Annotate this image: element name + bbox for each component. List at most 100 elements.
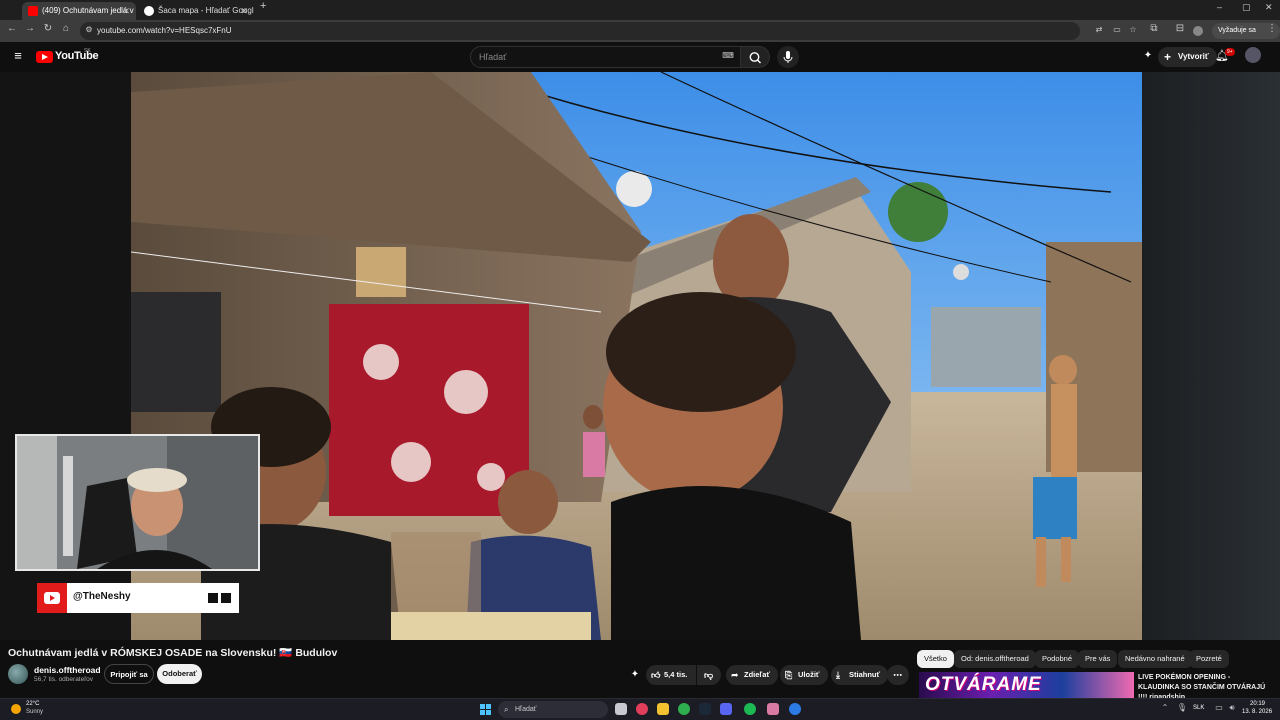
plus-icon: + bbox=[1164, 50, 1172, 64]
account-avatar[interactable] bbox=[1245, 47, 1261, 63]
close-tab-icon[interactable]: ✕ bbox=[122, 2, 130, 20]
streamer-handle: @TheNeshy bbox=[73, 591, 131, 602]
cast-icon[interactable]: ▭ bbox=[1110, 25, 1124, 34]
save-button[interactable]: ⎘ Uložiť bbox=[780, 665, 828, 685]
home-icon[interactable]: ⌂ bbox=[59, 23, 73, 34]
join-button[interactable]: Pripojiť sa bbox=[104, 664, 154, 684]
recommended-video-thumbnail[interactable]: OTVÁRAME bbox=[919, 672, 1134, 700]
pixel-block-icon bbox=[221, 593, 231, 603]
chip-similar[interactable]: Podobné bbox=[1035, 650, 1080, 668]
dislike-button[interactable]: 👎︎ bbox=[697, 665, 721, 685]
close-window-icon[interactable]: ✕ bbox=[1265, 2, 1273, 13]
forward-icon[interactable]: → bbox=[23, 23, 37, 34]
app-icon[interactable] bbox=[789, 703, 801, 715]
chrome-icon[interactable] bbox=[678, 703, 690, 715]
tab-search-icon[interactable]: ⊟ bbox=[1173, 23, 1187, 34]
url-text: youtube.com/watch?v=HESqsc7xFnU bbox=[97, 26, 232, 35]
back-icon[interactable]: ← bbox=[5, 23, 19, 34]
tray-chevron-up-icon[interactable]: ⌃ bbox=[1158, 703, 1172, 712]
share-button[interactable]: ➦ Zdieľať bbox=[726, 665, 779, 685]
clock-date[interactable]: 13. 8. 2026 bbox=[1242, 709, 1272, 715]
minimize-icon[interactable]: – bbox=[1217, 2, 1222, 12]
channel-avatar[interactable] bbox=[8, 664, 28, 684]
download-icon: ⤓ bbox=[836, 670, 840, 680]
windows-start-icon[interactable] bbox=[480, 704, 492, 716]
youtube-wordmark[interactable]: YouTube bbox=[55, 50, 99, 62]
windows-taskbar: 22°C Sunny ⌕ Hľadať ⌃ 🎙︎ SLK ▭ 🔊︎ 20:19 … bbox=[0, 698, 1280, 720]
spotify-icon[interactable] bbox=[744, 703, 756, 715]
search-button[interactable] bbox=[740, 46, 770, 68]
youtube-masthead: ≡ YouTube SK ⌨ ✦ + Vytvoriť 🔔︎ 9+ bbox=[0, 42, 1280, 72]
create-label: Vytvoriť bbox=[1178, 52, 1209, 61]
download-button[interactable]: ⤓ Stiahnuť bbox=[831, 665, 889, 685]
network-icon[interactable]: ▭ bbox=[1212, 703, 1226, 712]
chip-all[interactable]: Všetko bbox=[917, 650, 954, 668]
chip-for-you[interactable]: Pre vás bbox=[1078, 650, 1118, 668]
browser-menu-icon[interactable]: ⋮ bbox=[1265, 23, 1279, 34]
discord-icon[interactable] bbox=[720, 703, 732, 715]
chip-watched[interactable]: Pozreté bbox=[1189, 650, 1229, 668]
thumbs-up-icon: 👍︎ bbox=[651, 670, 661, 680]
bookmark-star-icon[interactable]: ☆ bbox=[1126, 25, 1140, 34]
google-favicon-icon bbox=[144, 6, 154, 16]
translate-icon[interactable]: ⇄ bbox=[1092, 25, 1106, 34]
youtube-logo-icon bbox=[37, 583, 67, 613]
voice-search-button[interactable] bbox=[777, 46, 799, 68]
app-icon[interactable] bbox=[636, 703, 648, 715]
weather-description[interactable]: Sunny bbox=[26, 709, 43, 715]
save-label: Uložiť bbox=[798, 670, 820, 679]
tab-google-search[interactable]: Šaca mapa - Hľadať Googlom ✕ bbox=[138, 2, 254, 20]
keyboard-icon[interactable]: ⌨ bbox=[721, 51, 735, 60]
chip-from-channel[interactable]: Od: denis.offtheroad bbox=[954, 650, 1036, 668]
player-right-background bbox=[1142, 72, 1280, 640]
sparkle-icon[interactable]: ✦ bbox=[1141, 50, 1155, 61]
more-actions-button[interactable]: ⋯ bbox=[887, 665, 909, 685]
like-button[interactable]: 👍︎ 5,4 tis. bbox=[646, 665, 696, 685]
video-frame bbox=[131, 72, 1142, 640]
close-tab-icon[interactable]: ✕ bbox=[240, 2, 248, 20]
hamburger-menu-icon[interactable]: ≡ bbox=[11, 48, 25, 63]
clock-time[interactable]: 20:19 bbox=[1250, 701, 1265, 707]
reload-icon[interactable]: ↻ bbox=[41, 23, 55, 34]
download-label: Stiahnuť bbox=[849, 670, 881, 679]
video-player[interactable] bbox=[131, 72, 1142, 640]
weather-sun-icon[interactable] bbox=[11, 704, 21, 714]
maximize-icon[interactable]: ▢ bbox=[1242, 2, 1251, 13]
search-input[interactable] bbox=[479, 47, 719, 67]
share-label: Zdieľať bbox=[744, 670, 771, 679]
profile-avatar[interactable] bbox=[1193, 26, 1203, 36]
thumbs-down-icon: 👎︎ bbox=[704, 670, 714, 680]
app-icon[interactable] bbox=[767, 703, 779, 715]
search-icon: ⌕ bbox=[504, 705, 509, 714]
chip-recently-uploaded[interactable]: Nedávno nahrané bbox=[1118, 650, 1192, 668]
microphone-icon[interactable]: 🎙︎ bbox=[1175, 703, 1189, 712]
streamer-webcam-overlay bbox=[15, 434, 260, 571]
task-view-icon[interactable] bbox=[615, 703, 627, 715]
subscriber-count: 56,7 tis. odberateľov bbox=[34, 676, 93, 683]
share-icon: ➦ bbox=[731, 670, 739, 680]
site-info-icon[interactable]: ⚙ bbox=[82, 25, 96, 34]
create-button[interactable]: + Vytvoriť bbox=[1158, 47, 1217, 67]
file-explorer-icon[interactable] bbox=[657, 703, 669, 715]
search-box[interactable]: ⌨ bbox=[470, 46, 742, 68]
channel-name[interactable]: denis.offtheroad bbox=[34, 665, 101, 675]
pixel-block-icon bbox=[208, 593, 218, 603]
more-horizontal-icon: ⋯ bbox=[893, 670, 902, 680]
sparkle-icon[interactable]: ✦ bbox=[628, 669, 642, 680]
tab-youtube-video[interactable]: (409) Ochutnávam jedlá v RÓMSKEJ OSADE n… bbox=[22, 2, 136, 20]
keyboard-language[interactable]: SLK bbox=[1193, 705, 1204, 711]
subscribe-button[interactable]: Odoberať bbox=[157, 664, 202, 684]
search-icon bbox=[749, 52, 761, 64]
browser-toolbar: ← → ↻ ⌂ ⚙ youtube.com/watch?v=HESqsc7xFn… bbox=[0, 20, 1280, 50]
youtube-favicon-icon bbox=[28, 6, 38, 16]
volume-icon[interactable]: 🔊︎ bbox=[1225, 703, 1239, 713]
weather-temperature[interactable]: 22°C bbox=[26, 701, 39, 707]
browser-tab-strip: (409) Ochutnávam jedlá v RÓMSKEJ OSADE n… bbox=[0, 0, 1280, 20]
new-tab-button[interactable]: + bbox=[260, 0, 266, 12]
address-bar[interactable]: ⚙ youtube.com/watch?v=HESqsc7xFnU ⇄ ▭ ☆ bbox=[80, 22, 1137, 40]
taskbar-search[interactable]: ⌕ Hľadať bbox=[498, 701, 608, 718]
extensions-icon[interactable]: ⧉ bbox=[1147, 23, 1161, 34]
video-title: Ochutnávam jedlá v RÓMSKEJ OSADE na Slov… bbox=[8, 647, 338, 659]
youtube-logo-icon[interactable] bbox=[36, 51, 53, 63]
steam-icon[interactable] bbox=[699, 703, 711, 715]
